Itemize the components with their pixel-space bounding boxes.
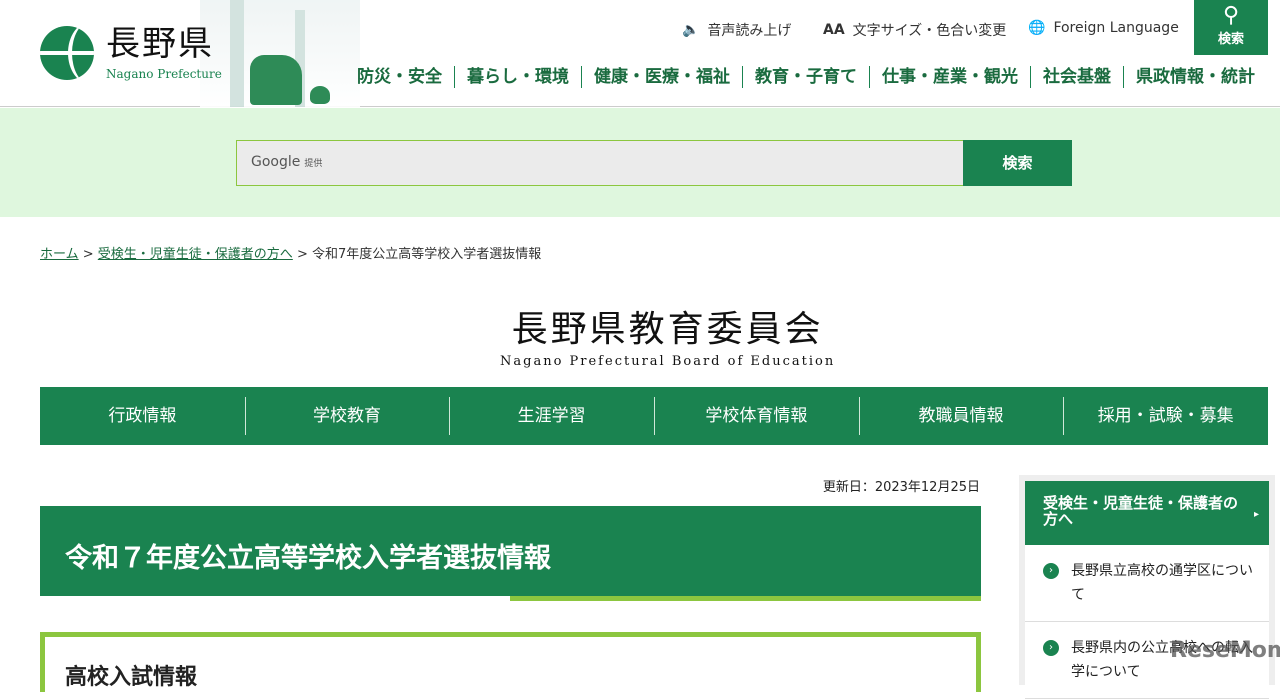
board-nav-admin[interactable]: 行政情報 — [40, 387, 245, 445]
nav-disaster[interactable]: 防災・安全 — [345, 66, 454, 88]
search-icon: ⚲ — [1222, 3, 1240, 28]
breadcrumb: ホーム > 受検生・児童生徒・保護者の方へ > 令和7年度公立高等学校入学者選抜… — [40, 247, 542, 262]
board-of-education-logo[interactable]: 長野県教育委員会 Nagano Prefectural Board of Edu… — [500, 300, 835, 369]
page-title: 令和７年度公立高等学校入学者選抜情報 — [40, 506, 981, 596]
google-label: Google — [251, 154, 301, 170]
breadcrumb-current: 令和7年度公立高等学校入学者選抜情報 — [311, 247, 542, 262]
sidebar-item[interactable]: › 長野県立高校の通学区について — [1025, 545, 1269, 622]
board-nav-staff[interactable]: 教職員情報 — [858, 387, 1064, 445]
foreign-language-label: Foreign Language — [1053, 20, 1179, 36]
font-size-icon: AA — [823, 22, 845, 38]
prefecture-emblem-icon — [40, 26, 94, 80]
logo-subtitle: Nagano Prefecture — [106, 67, 222, 81]
updated-date: 更新日：2023年12月25日 — [822, 480, 980, 495]
chevron-right-icon: ▸ — [1253, 509, 1259, 520]
speaker-icon: 🔈 — [682, 22, 700, 38]
font-size-link[interactable]: AA 文字サイズ・色合い変更 — [823, 20, 1006, 40]
board-subtitle: Nagano Prefectural Board of Education — [500, 354, 836, 369]
nav-infrastructure[interactable]: 社会基盤 — [1030, 66, 1123, 88]
bird-illustration — [310, 86, 330, 104]
site-search-button[interactable]: 検索 — [963, 140, 1072, 186]
logo-title: 長野県 — [106, 24, 214, 64]
font-size-label: 文字サイズ・色合い変更 — [852, 23, 1007, 39]
moose-illustration — [250, 55, 302, 105]
provided-label: 提供 — [304, 159, 323, 169]
chevron-circle-icon: › — [1043, 563, 1059, 579]
nav-education[interactable]: 教育・子育て — [742, 66, 869, 88]
board-nav-sports[interactable]: 学校体育情報 — [654, 387, 859, 445]
site-header: 長野県 Nagano Prefecture 🔈 音声読み上げ AA 文字サイズ・色合… — [0, 0, 1280, 107]
globe-icon: 🌐 — [1028, 20, 1046, 36]
header-search-button[interactable]: ⚲ 検索 — [1194, 0, 1268, 55]
sidebar-item-label: 長野県立高校の通学区について — [1071, 563, 1253, 603]
site-search-input[interactable]: Google 提供 — [236, 140, 964, 186]
board-nav: 行政情報 学校教育 生涯学習 学校体育情報 教職員情報 採用・試験・募集 — [40, 387, 1268, 445]
title-underline — [510, 596, 981, 601]
breadcrumb-home[interactable]: ホーム — [40, 247, 79, 262]
nav-government[interactable]: 県政情報・統計 — [1123, 66, 1267, 88]
sidebar-heading-label: 受検生・児童生徒・保護者の方へ — [1043, 494, 1239, 528]
nav-living[interactable]: 暮らし・環境 — [454, 66, 581, 88]
read-aloud-link[interactable]: 🔈 音声読み上げ — [682, 20, 791, 40]
nav-health[interactable]: 健康・医療・福祉 — [581, 66, 742, 88]
watermark: ReseMom — [1170, 638, 1280, 663]
board-title: 長野県教育委員会 — [511, 309, 824, 350]
foreign-language-link[interactable]: 🌐 Foreign Language — [1028, 20, 1179, 36]
board-nav-recruit[interactable]: 採用・試験・募集 — [1063, 387, 1268, 445]
section-heading: 高校入試情報 — [40, 632, 981, 692]
chevron-circle-icon: › — [1043, 640, 1059, 656]
site-logo[interactable]: 長野県 Nagano Prefecture — [40, 25, 222, 81]
header-search-label: 検索 — [1217, 32, 1244, 47]
breadcrumb-students[interactable]: 受検生・児童生徒・保護者の方へ — [98, 247, 293, 262]
global-nav: 防災・安全 暮らし・環境 健康・医療・福祉 教育・子育て 仕事・産業・観光 社会… — [345, 66, 1267, 88]
nav-work[interactable]: 仕事・産業・観光 — [869, 66, 1030, 88]
board-nav-school[interactable]: 学校教育 — [244, 387, 450, 445]
read-aloud-label: 音声読み上げ — [707, 23, 792, 39]
board-nav-lifelong[interactable]: 生涯学習 — [449, 387, 654, 445]
sidebar-heading[interactable]: 受検生・児童生徒・保護者の方へ ▸ — [1025, 481, 1269, 545]
